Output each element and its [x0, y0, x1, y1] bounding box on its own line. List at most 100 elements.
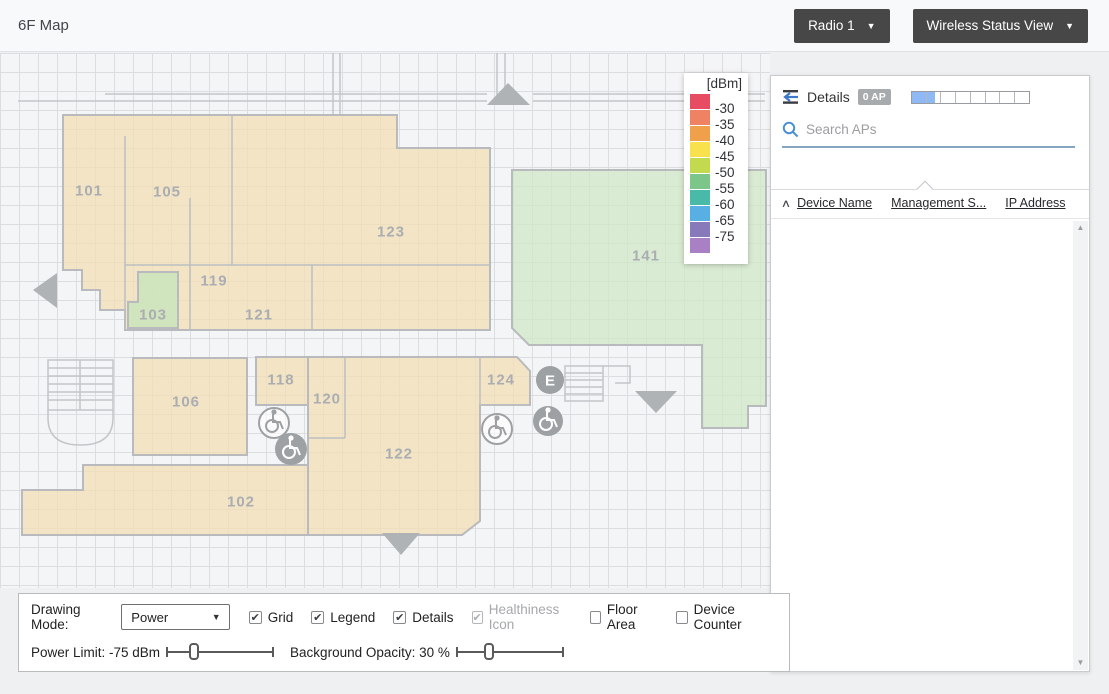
background-opacity-label: Background Opacity: 30 %: [290, 645, 450, 660]
drawing-mode-label: Drawing Mode:: [31, 602, 114, 632]
room-areas: [22, 115, 766, 535]
legend-label: -65: [715, 213, 735, 228]
room-label-119: 119: [200, 273, 227, 290]
legend-swatch: [690, 126, 710, 141]
column-header-device-name[interactable]: Device Name: [797, 196, 872, 210]
power-limit-label: Power Limit: -75 dBm: [31, 645, 160, 660]
drawing-mode-row: Drawing Mode: Power ▼ ✔ Grid ✔ Legend ✔ Detai…: [31, 603, 789, 631]
drawing-mode-select[interactable]: Power ▼: [121, 604, 229, 630]
checkbox-box[interactable]: [590, 611, 601, 624]
room-label-101: 101: [75, 183, 103, 200]
arrow-up-icon: [487, 83, 530, 105]
radio-dropdown-label: Radio 1: [808, 18, 855, 33]
chevron-down-icon: ▼: [212, 612, 221, 622]
legend-swatch: [690, 206, 710, 221]
column-headers: Device Name Management S... IP Address: [797, 196, 1065, 210]
slider-thumb[interactable]: [484, 643, 494, 660]
checkbox-label: Grid: [268, 610, 294, 625]
collapse-panel-icon[interactable]: [782, 90, 801, 104]
view-dropdown-label: Wireless Status View: [927, 18, 1054, 33]
table-header-row: ∧ Device Name Management S... IP Address: [782, 196, 1066, 210]
room-area-102: [22, 465, 308, 535]
ap-progress-bar: [911, 91, 1030, 104]
drawing-mode-value: Power: [131, 610, 168, 625]
checkbox-healthiness-icon: ✔Healthiness Icon: [472, 602, 572, 632]
top-bar-buttons: Radio 1 ▼ Wireless Status View ▼: [794, 9, 1088, 43]
room-label-105: 105: [153, 184, 181, 201]
progress-segment: [927, 92, 942, 103]
slider-row: Power Limit: -75 dBm Background Opacity:…: [31, 642, 580, 662]
svg-text:E: E: [545, 373, 555, 390]
stairs-icon: [48, 360, 113, 445]
room-label-121: 121: [245, 307, 273, 324]
sort-ascending-icon[interactable]: ∧: [781, 197, 791, 210]
chevron-down-icon: ▼: [1065, 21, 1074, 31]
legend-title: [dBm]: [690, 76, 742, 91]
room-label-102: 102: [227, 494, 255, 511]
legend-swatch: [690, 94, 710, 109]
checkbox-label: Details: [412, 610, 453, 625]
checkbox-label: Legend: [330, 610, 375, 625]
ap-progress-segments: [912, 92, 1029, 103]
search-input[interactable]: [806, 122, 1056, 137]
floor-map-canvas[interactable]: E: [0, 53, 770, 588]
checkbox-group: ✔ Grid ✔ Legend ✔ Details ✔Healthiness Icon Flo…: [249, 602, 789, 632]
legend-swatch: [690, 110, 710, 125]
floor-plan: E: [0, 53, 770, 588]
column-header-management-s[interactable]: Management S...: [891, 196, 986, 210]
background-opacity-slider[interactable]: [456, 643, 564, 661]
legend-swatch: [690, 190, 710, 205]
ap-count-badge: 0 AP: [858, 89, 891, 105]
legend-label: -50: [715, 165, 735, 180]
legend-label: -75: [715, 229, 735, 244]
legend-swatch: [690, 158, 710, 173]
divider: [771, 218, 1089, 219]
checkbox-box[interactable]: ✔: [311, 611, 324, 624]
column-header-ip-address[interactable]: IP Address: [1005, 196, 1065, 210]
view-dropdown[interactable]: Wireless Status View ▼: [913, 9, 1088, 43]
room-label-141: 141: [632, 248, 660, 265]
progress-segment: [1000, 92, 1015, 103]
legend-label: -35: [715, 117, 735, 132]
wheelchair-icon: [533, 406, 563, 436]
checkbox-legend[interactable]: ✔ Legend: [311, 610, 375, 625]
map-control-bar: Drawing Mode: Power ▼ ✔ Grid ✔ Legend ✔ Detai…: [18, 593, 790, 672]
legend-swatch: [690, 222, 710, 237]
details-panel: Details 0 AP ∧ Device NameManagement S..…: [770, 75, 1090, 672]
checkbox-box[interactable]: [676, 611, 687, 624]
radio-dropdown[interactable]: Radio 1 ▼: [794, 9, 889, 43]
slider-thumb[interactable]: [189, 643, 199, 660]
progress-segment: [1015, 92, 1029, 103]
progress-segment: [986, 92, 1001, 103]
scrollbar[interactable]: ▲ ▼: [1073, 221, 1088, 670]
arrow-left-icon: [33, 273, 57, 308]
checkbox-box[interactable]: ✔: [393, 611, 406, 624]
legend-swatch: [690, 238, 710, 253]
panel-notch: [917, 181, 934, 198]
legend-swatch: [690, 142, 710, 157]
checkbox-floor-area[interactable]: Floor Area: [590, 602, 659, 632]
checkbox-grid[interactable]: ✔ Grid: [249, 610, 294, 625]
room-label-120: 120: [313, 391, 341, 408]
legend-label: -30: [715, 101, 735, 116]
wheelchair-icon: [482, 414, 512, 444]
checkbox-label: Device Counter: [694, 602, 771, 632]
scroll-up-icon[interactable]: ▲: [1077, 224, 1085, 232]
room-label-122: 122: [385, 446, 413, 463]
legend-label: -40: [715, 133, 735, 148]
power-limit-slider[interactable]: [166, 643, 274, 661]
checkbox-details[interactable]: ✔ Details: [393, 610, 453, 625]
stairs-icon: [565, 366, 630, 401]
legend-box: [dBm] -30-35-40-45-50-55-60-65-75: [684, 73, 748, 264]
wheelchair-icon: [259, 408, 289, 438]
checkbox-device-counter[interactable]: Device Counter: [676, 602, 771, 632]
checkbox-box[interactable]: ✔: [249, 611, 262, 624]
slider-rail: [456, 651, 564, 653]
wheelchair-icon: [275, 433, 307, 465]
elevator-icon: E: [536, 366, 564, 394]
room-label-106: 106: [172, 394, 200, 411]
room-area-main-beige: [63, 115, 490, 330]
scroll-down-icon[interactable]: ▼: [1077, 659, 1085, 667]
progress-segment: [971, 92, 986, 103]
building-outline-lines: [18, 53, 765, 115]
